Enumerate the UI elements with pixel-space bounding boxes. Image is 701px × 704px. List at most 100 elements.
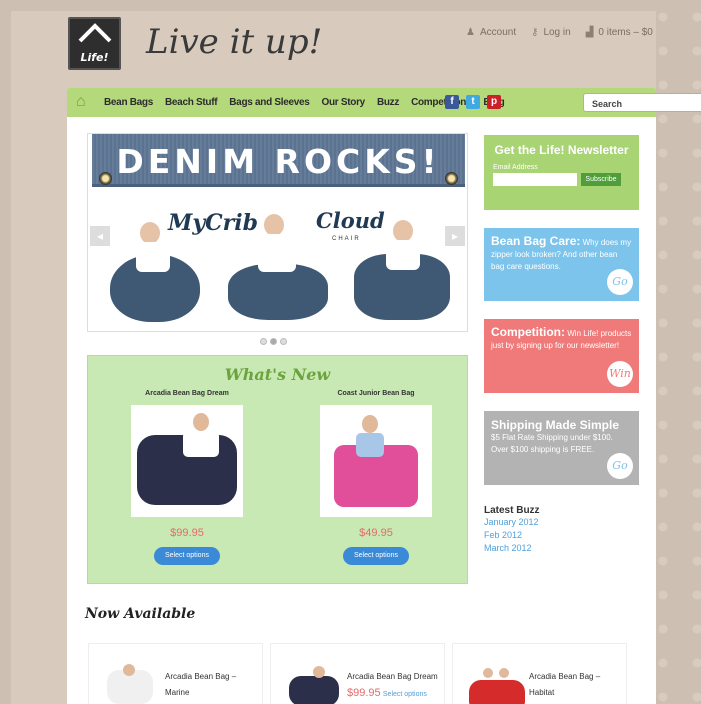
facebook-icon[interactable]: f xyxy=(445,95,459,109)
product-price: $49.95 xyxy=(359,527,393,539)
select-options-button[interactable]: Select options xyxy=(343,547,409,565)
bean-bag-shape xyxy=(289,676,339,704)
man-head xyxy=(193,413,209,431)
product-tile[interactable]: Arcadia Bean Bag – Habitat xyxy=(452,643,627,704)
product-thumbnail xyxy=(285,664,345,704)
mycrib-label: MyCrib xyxy=(168,210,258,236)
banner-title: DENIM ROCKS! xyxy=(116,142,441,181)
boy-shirt xyxy=(386,240,420,270)
top-links: ♟ Account ⚷ Log in ▟ 0 items – $0 xyxy=(466,27,653,38)
nav-our-story[interactable]: Our Story xyxy=(322,97,366,108)
person-head xyxy=(313,666,325,678)
product-price: $99.95 xyxy=(347,687,381,699)
go-button[interactable]: Go xyxy=(607,269,633,295)
key-icon: ⚷ xyxy=(531,27,539,38)
nav-bags-sleeves[interactable]: Bags and Sleeves xyxy=(229,97,310,108)
tagline: Live it up! xyxy=(146,22,323,62)
teen-image xyxy=(264,214,284,236)
rivet-icon xyxy=(445,172,458,185)
product-name-line2: Habitat xyxy=(529,688,555,697)
buzz-link-mar[interactable]: March 2012 xyxy=(484,542,540,555)
user-icon: ♟ xyxy=(466,27,475,38)
boy-image xyxy=(393,220,413,242)
account-link[interactable]: ♟ Account xyxy=(466,27,516,38)
logo-text: Life! xyxy=(80,51,109,64)
nav-bean-bags[interactable]: Bean Bags xyxy=(104,97,153,108)
product-card: Coast Junior Bean Bag $49.95 Select opti… xyxy=(291,390,461,565)
home-icon[interactable]: ⌂ xyxy=(76,94,92,110)
cart-label: 0 items – $0 xyxy=(598,27,653,38)
child-shirt xyxy=(136,242,170,272)
person-head xyxy=(499,668,509,678)
newsletter-box: Get the Life! Newsletter Email Address S… xyxy=(484,135,639,210)
care-box[interactable]: Bean Bag Care: Why does my zipper look b… xyxy=(484,228,639,301)
whats-new-section: What's New Arcadia Bean Bag Dream $99.95… xyxy=(87,355,468,584)
search-input[interactable] xyxy=(584,95,684,113)
slider-next-button[interactable]: ▸ xyxy=(445,226,465,246)
product-tile[interactable]: Arcadia Bean Bag – Marine xyxy=(88,643,263,704)
product-thumbnail xyxy=(467,664,527,704)
hero-slider: DENIM ROCKS! MyCrib Cloud CHAIR ◂ ▸ xyxy=(87,133,468,332)
whats-new-title: What's New xyxy=(224,365,331,384)
competition-title: Competition: xyxy=(491,325,565,339)
product-price: $99.95 xyxy=(170,527,204,539)
nav-competitions[interactable]: Competitions xyxy=(411,97,472,108)
login-link[interactable]: ⚷ Log in xyxy=(531,27,571,38)
win-button[interactable]: Win xyxy=(607,361,633,387)
select-options-button[interactable]: Select options xyxy=(154,547,220,565)
product-name: Arcadia Bean Bag Dream xyxy=(347,672,438,681)
go-button[interactable]: Go xyxy=(607,453,633,479)
twitter-icon[interactable]: t xyxy=(466,95,480,109)
child-image xyxy=(140,222,160,244)
slider-prev-button[interactable]: ◂ xyxy=(90,226,110,246)
person-head xyxy=(483,668,493,678)
product-name[interactable]: Arcadia Bean Bag Dream xyxy=(102,390,272,397)
slider-dot[interactable] xyxy=(260,338,267,345)
competition-box[interactable]: Competition: Win Life! products just by … xyxy=(484,319,639,393)
cart-icon: ▟ xyxy=(585,27,594,38)
care-title: Bean Bag Care: xyxy=(491,234,581,248)
denim-banner: DENIM ROCKS! xyxy=(92,134,465,187)
shipping-box[interactable]: Shipping Made Simple $5 Flat Rate Shippi… xyxy=(484,411,639,485)
buzz-link-feb[interactable]: Feb 2012 xyxy=(484,529,540,542)
bean-bag-image xyxy=(228,264,328,320)
product-name-line1: Arcadia Bean Bag – xyxy=(529,672,601,681)
product-tile[interactable]: Arcadia Bean Bag Dream $99.95 Select opti… xyxy=(270,643,445,704)
select-options-link[interactable]: Select options xyxy=(383,691,427,698)
teen-shirt xyxy=(258,234,296,272)
buzz-link-jan[interactable]: January 2012 xyxy=(484,516,540,529)
now-available-title: Now Available xyxy=(85,606,196,622)
life-logo[interactable]: Life! xyxy=(68,17,121,70)
email-field[interactable] xyxy=(493,173,577,186)
product-image[interactable] xyxy=(131,405,243,517)
girl-head xyxy=(362,415,378,433)
bean-bag-shape xyxy=(469,680,525,704)
subscribe-button[interactable]: Subscribe xyxy=(581,173,621,186)
pinterest-icon[interactable]: p xyxy=(487,95,501,109)
cloud-sub-label: CHAIR xyxy=(332,236,361,242)
slider-pager xyxy=(260,338,287,345)
buzz-title: Latest Buzz xyxy=(484,505,540,516)
man-shirt xyxy=(183,431,219,457)
rivet-icon xyxy=(99,172,112,185)
product-name[interactable]: Coast Junior Bean Bag xyxy=(291,390,461,397)
shipping-title: Shipping Made Simple xyxy=(491,418,620,432)
cart-link[interactable]: ▟ 0 items – $0 xyxy=(586,27,653,38)
search-box: ⚲ xyxy=(583,93,701,113)
nav-buzz[interactable]: Buzz xyxy=(377,97,399,108)
product-name-line2: Marine xyxy=(165,688,190,697)
latest-buzz: Latest Buzz January 2012 Feb 2012 March … xyxy=(484,505,540,555)
house-icon xyxy=(78,23,112,43)
girl-top xyxy=(356,433,384,457)
product-image[interactable] xyxy=(320,405,432,517)
account-label: Account xyxy=(479,27,517,38)
slider-dot-active[interactable] xyxy=(270,338,277,345)
slider-dot[interactable] xyxy=(280,338,287,345)
product-card: Arcadia Bean Bag Dream $99.95 Select opt… xyxy=(102,390,272,565)
product-name-line1: Arcadia Bean Bag – xyxy=(165,672,237,681)
cloud-label: Cloud xyxy=(316,208,385,233)
login-label: Log in xyxy=(543,27,571,38)
main-nav: ⌂ Bean Bags Beach Stuff Bags and Sleeves… xyxy=(67,88,701,117)
nav-beach-stuff[interactable]: Beach Stuff xyxy=(165,97,218,108)
newsletter-title: Get the Life! Newsletter xyxy=(494,143,629,157)
